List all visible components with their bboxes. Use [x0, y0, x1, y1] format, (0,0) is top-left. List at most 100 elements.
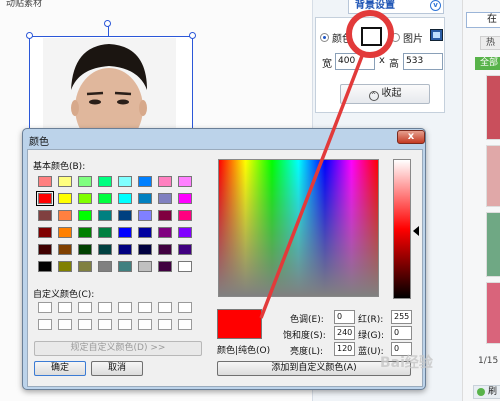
color-solid-label: 颜色|纯色(O)	[217, 346, 271, 356]
luminance-pointer-icon[interactable]	[413, 226, 419, 236]
custom-color-swatch[interactable]	[178, 302, 192, 313]
basic-color-swatch[interactable]	[178, 176, 192, 187]
basic-color-swatch[interactable]	[36, 191, 54, 206]
basic-color-swatch[interactable]	[58, 244, 72, 255]
basic-color-swatch[interactable]	[178, 261, 192, 272]
custom-color-swatch[interactable]	[138, 319, 152, 330]
custom-color-swatch[interactable]	[98, 319, 112, 330]
hue-label: 色调(E):	[290, 315, 324, 325]
material-thumbnail[interactable]	[486, 145, 500, 207]
cancel-button[interactable]: 取消	[91, 361, 143, 376]
basic-color-swatch[interactable]	[78, 176, 92, 187]
basic-color-swatch[interactable]	[118, 261, 132, 272]
basic-color-swatch[interactable]	[158, 227, 172, 238]
basic-color-swatch[interactable]	[38, 176, 52, 187]
basic-color-swatch[interactable]	[158, 261, 172, 272]
basic-color-swatch[interactable]	[138, 261, 152, 272]
rotate-handle[interactable]	[104, 20, 111, 27]
basic-color-swatch[interactable]	[78, 227, 92, 238]
basic-color-swatch[interactable]	[178, 244, 192, 255]
define-custom-colors-button[interactable]: 规定自定义颜色(D) >>	[34, 341, 202, 356]
basic-color-swatch[interactable]	[58, 261, 72, 272]
basic-color-swatch[interactable]	[138, 244, 152, 255]
basic-color-swatch[interactable]	[138, 210, 152, 221]
custom-color-swatch[interactable]	[78, 319, 92, 330]
custom-color-swatch[interactable]	[118, 302, 132, 313]
refresh-button[interactable]: 刷	[473, 385, 500, 399]
custom-color-swatch[interactable]	[98, 302, 112, 313]
basic-color-swatch[interactable]	[118, 193, 132, 204]
basic-color-swatch[interactable]	[158, 193, 172, 204]
material-thumbnail[interactable]	[486, 212, 500, 277]
basic-color-swatch[interactable]	[178, 210, 192, 221]
luminance-input[interactable]: 120	[334, 342, 355, 356]
page-indicator: 1/15	[478, 356, 499, 366]
basic-color-swatch[interactable]	[98, 193, 112, 204]
red-input[interactable]: 255	[391, 310, 412, 324]
green-label: 绿(G):	[358, 331, 385, 341]
basic-color-swatch[interactable]	[38, 244, 52, 255]
basic-color-swatch[interactable]	[138, 176, 152, 187]
basic-color-swatch[interactable]	[98, 210, 112, 221]
basic-color-swatch[interactable]	[158, 210, 172, 221]
basic-color-swatch[interactable]	[38, 210, 52, 221]
custom-color-swatch[interactable]	[118, 319, 132, 330]
basic-color-swatch[interactable]	[138, 193, 152, 204]
material-thumbnail[interactable]	[486, 282, 500, 344]
basic-color-swatch[interactable]	[38, 261, 52, 272]
basic-colors-label: 基本颜色(B):	[33, 162, 86, 172]
material-thumbnail[interactable]	[486, 75, 500, 140]
basic-color-swatch[interactable]	[178, 193, 192, 204]
resize-handle-top-left[interactable]	[26, 32, 33, 39]
basic-color-swatch[interactable]	[118, 244, 132, 255]
resize-handle-top-right[interactable]	[189, 32, 196, 39]
basic-color-swatch[interactable]	[158, 244, 172, 255]
basic-color-swatch[interactable]	[118, 176, 132, 187]
basic-color-swatch[interactable]	[98, 261, 112, 272]
custom-color-swatch[interactable]	[158, 302, 172, 313]
close-button[interactable]: x	[397, 130, 425, 144]
luminance-slider[interactable]	[393, 159, 411, 299]
green-input[interactable]: 0	[391, 326, 412, 340]
saturation-label: 饱和度(S):	[283, 331, 326, 341]
chevron-down-icon[interactable]: v	[430, 0, 441, 11]
custom-color-swatch[interactable]	[78, 302, 92, 313]
basic-color-swatch[interactable]	[58, 227, 72, 238]
basic-color-swatch[interactable]	[58, 193, 72, 204]
basic-color-swatch[interactable]	[78, 261, 92, 272]
portrait-photo[interactable]	[43, 38, 176, 138]
basic-color-swatch[interactable]	[58, 176, 72, 187]
basic-color-swatch[interactable]	[98, 176, 112, 187]
collapse-button[interactable]: ^ 收起	[340, 84, 430, 104]
basic-color-swatch[interactable]	[78, 210, 92, 221]
basic-color-swatch[interactable]	[138, 227, 152, 238]
basic-color-swatch[interactable]	[78, 244, 92, 255]
height-input[interactable]: 533	[403, 53, 443, 70]
all-filter-chip[interactable]: 全部	[475, 57, 500, 70]
hot-filter-chip[interactable]: 热	[480, 36, 500, 50]
custom-color-swatch[interactable]	[38, 319, 52, 330]
basic-color-swatch[interactable]	[58, 210, 72, 221]
custom-color-swatch[interactable]	[178, 319, 192, 330]
color-spectrum[interactable]	[218, 159, 379, 297]
basic-color-swatch[interactable]	[98, 244, 112, 255]
material-tab[interactable]: 在	[466, 12, 500, 28]
basic-color-swatch[interactable]	[158, 176, 172, 187]
saturation-input[interactable]: 240	[334, 326, 355, 340]
basic-color-swatch[interactable]	[118, 210, 132, 221]
custom-color-swatch[interactable]	[158, 319, 172, 330]
custom-color-swatch[interactable]	[38, 302, 52, 313]
hue-input[interactable]: 0	[334, 310, 355, 324]
custom-color-swatch[interactable]	[138, 302, 152, 313]
basic-color-swatch[interactable]	[118, 227, 132, 238]
color-radio[interactable]	[320, 33, 329, 42]
collapse-label: 收起	[381, 88, 402, 99]
basic-color-swatch[interactable]	[98, 227, 112, 238]
custom-color-swatch[interactable]	[58, 319, 72, 330]
custom-color-swatch[interactable]	[58, 302, 72, 313]
image-picker-icon[interactable]	[430, 29, 443, 41]
ok-button[interactable]: 确定	[34, 361, 86, 376]
basic-color-swatch[interactable]	[78, 193, 92, 204]
basic-color-swatch[interactable]	[38, 227, 52, 238]
basic-color-swatch[interactable]	[178, 227, 192, 238]
